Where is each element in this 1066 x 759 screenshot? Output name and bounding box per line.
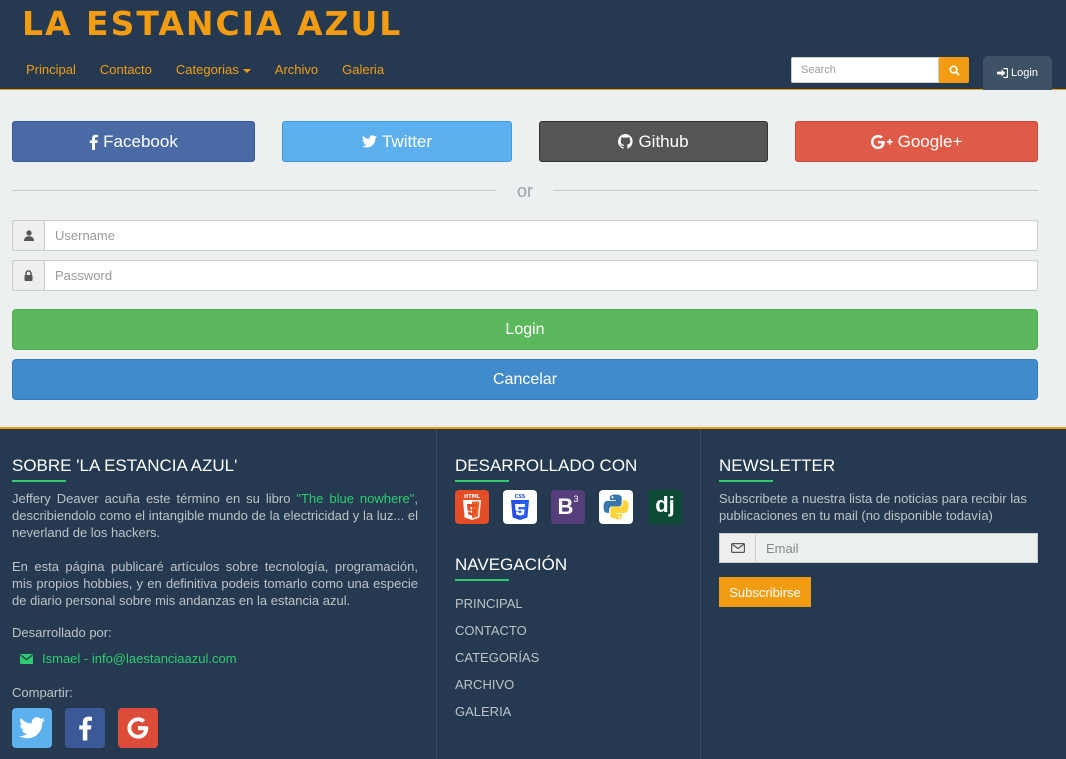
facebook-label: Facebook	[103, 131, 178, 151]
css3-icon: CSS	[503, 490, 537, 524]
share-label: Compartir:	[12, 685, 73, 700]
footer-nav-principal[interactable]: PRINCIPAL	[455, 596, 523, 611]
google-plus-login-button[interactable]: Google+	[795, 121, 1038, 162]
sign-in-icon	[997, 68, 1009, 78]
facebook-icon	[89, 134, 99, 150]
twitter-label: Twitter	[381, 131, 433, 151]
google-plus-label: Google+	[897, 131, 963, 151]
github-icon	[618, 134, 634, 149]
built-with-heading: DESARROLLADO CON	[455, 456, 638, 475]
twitter-icon	[361, 135, 377, 148]
about-heading-underline	[12, 480, 66, 482]
subscribe-button[interactable]: Subscribirse	[719, 577, 811, 607]
search-icon	[948, 64, 960, 76]
newsletter-heading: NEWSLETTER	[719, 456, 836, 475]
search-input[interactable]	[791, 57, 939, 83]
username-input[interactable]	[44, 220, 1038, 251]
django-icon-text: dj	[655, 492, 675, 517]
about-heading: SOBRE 'LA ESTANCIA AZUL'	[12, 456, 238, 475]
login-nav-button[interactable]: Login	[983, 56, 1052, 90]
footer: SOBRE 'LA ESTANCIA AZUL' Jeffery Deaver …	[0, 427, 1066, 759]
search-button[interactable]	[939, 57, 969, 83]
or-divider-text: or	[516, 181, 533, 201]
footer-nav-contacto[interactable]: CONTACTO	[455, 623, 527, 638]
about-paragraph-2: En esta página publicaré artículos sobre…	[12, 559, 418, 608]
twitter-login-button[interactable]: Twitter	[282, 121, 512, 162]
footer-nav-archivo[interactable]: ARCHIVO	[455, 677, 514, 692]
django-icon: dj	[648, 490, 682, 524]
google-icon	[127, 717, 149, 739]
developed-by-label: Desarrollado por:	[12, 625, 112, 640]
username-addon	[12, 220, 44, 251]
lock-icon	[24, 270, 33, 281]
main-nav: Principal Contacto Categorias Archivo Ga…	[14, 62, 396, 77]
bootstrap-version: 3	[573, 494, 579, 504]
nav-contacto[interactable]: Contacto	[88, 62, 164, 77]
contact-link[interactable]: Ismael - info@laestanciaazul.com	[20, 651, 237, 666]
newsletter-email-input[interactable]	[755, 533, 1038, 563]
newsletter-email-group	[719, 533, 1038, 563]
password-input[interactable]	[44, 260, 1038, 291]
google-plus-icon	[870, 134, 893, 149]
user-icon	[23, 230, 34, 241]
brand-logo[interactable]: LA ESTANCIA AZUL	[22, 4, 402, 43]
bootstrap-icon-letter: B	[557, 494, 574, 519]
navbar: LA ESTANCIA AZUL Principal Contacto Cate…	[0, 0, 1066, 90]
divider-right	[553, 190, 1038, 191]
about-paragraph-1: Jeffery Deaver acuña este término en su …	[12, 490, 418, 541]
facebook-login-button[interactable]: Facebook	[12, 121, 255, 162]
facebook-icon	[79, 716, 92, 741]
envelope-icon	[20, 653, 33, 664]
footer-nav-categorias[interactable]: CATEGORÍAS	[455, 650, 539, 665]
share-google-button[interactable]	[118, 708, 158, 748]
share-twitter-button[interactable]	[12, 708, 52, 748]
twitter-icon	[19, 717, 45, 739]
nav-categorias-dropdown[interactable]: Categorias	[164, 62, 263, 77]
cancel-button[interactable]: Cancelar	[12, 359, 1038, 400]
login-button[interactable]: Login	[12, 309, 1038, 350]
newsletter-heading-underline	[719, 480, 773, 482]
nav-categorias-label: Categorias	[175, 62, 239, 77]
newsletter-addon	[719, 533, 755, 563]
newsletter-text: Subscribete a nuestra lista de noticias …	[719, 491, 1027, 523]
css3-icon-text: CSS	[515, 494, 526, 500]
github-login-button[interactable]: Github	[539, 121, 768, 162]
login-nav-label: Login	[1011, 67, 1038, 79]
nav-galeria[interactable]: Galeria	[330, 62, 396, 77]
contact-text: Ismael - info@laestanciaazul.com	[42, 651, 237, 666]
built-with-heading-underline	[455, 480, 509, 482]
python-icon	[599, 490, 633, 524]
password-addon	[12, 260, 44, 291]
divider-left	[12, 190, 496, 191]
username-group	[12, 220, 1038, 251]
navigation-heading: NAVEGACIÓN	[455, 555, 568, 574]
footer-nav-galeria[interactable]: GALERIA	[455, 704, 511, 719]
footer-divider-1	[436, 429, 437, 759]
password-group	[12, 260, 1038, 291]
caret-down-icon	[242, 68, 251, 73]
html5-icon: HTML	[455, 490, 489, 524]
blue-nowhere-link[interactable]: "The blue nowhere"	[296, 491, 414, 506]
github-label: Github	[638, 131, 689, 151]
footer-divider-2	[700, 429, 701, 759]
bootstrap-icon: B3	[551, 490, 585, 524]
nav-archivo[interactable]: Archivo	[263, 62, 330, 77]
about-text-before: Jeffery Deaver acuña este término en su …	[12, 491, 297, 506]
nav-principal[interactable]: Principal	[14, 62, 88, 77]
envelope-icon	[730, 543, 745, 553]
share-facebook-button[interactable]	[65, 708, 105, 748]
html5-icon-text: HTML	[464, 494, 481, 500]
navigation-heading-underline	[455, 579, 509, 581]
